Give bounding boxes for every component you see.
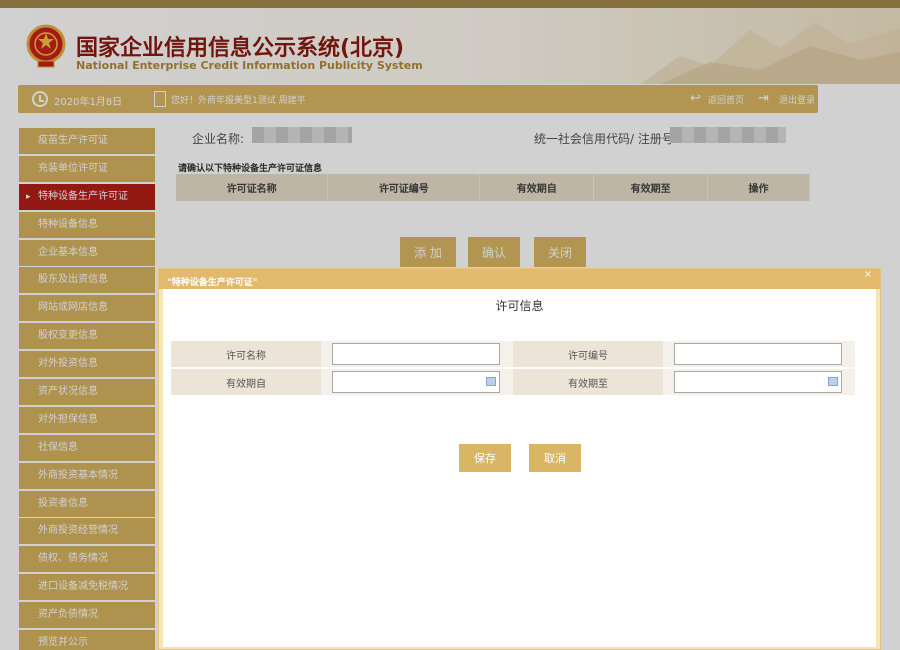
license-number-label: 许可编号 (513, 341, 663, 368)
section-title: 许可信息 (495, 299, 544, 313)
valid-to-picker (674, 371, 842, 393)
calendar-icon[interactable] (486, 377, 496, 386)
dialog-title: "特种设备生产许可证" (167, 278, 258, 288)
license-name-label: 许可名称 (171, 341, 321, 368)
dialog-body: 许可信息 许可名称 许可编号 有效期自 有效期至 保存 取消 (163, 289, 876, 647)
calendar-icon[interactable] (828, 377, 838, 386)
cancel-button[interactable]: 取消 (529, 444, 581, 472)
valid-from-picker (332, 371, 500, 393)
license-form: 许可名称 许可编号 有效期自 有效期至 (171, 341, 855, 395)
license-number-cell (663, 341, 855, 368)
form-row: 有效期自 有效期至 (171, 367, 855, 395)
license-number-input[interactable] (674, 343, 842, 365)
license-name-input[interactable] (332, 343, 500, 365)
dialog-title-bar[interactable]: "特种设备生产许可证" × (159, 269, 880, 289)
valid-from-label: 有效期自 (171, 367, 321, 395)
form-row: 许可名称 许可编号 (171, 341, 855, 368)
save-button[interactable]: 保存 (459, 444, 511, 472)
license-dialog: "特种设备生产许可证" × 许可信息 许可名称 许可编号 有效期自 有效期至 保… (158, 268, 881, 650)
valid-to-input[interactable] (674, 371, 842, 393)
valid-from-cell (321, 367, 513, 395)
valid-from-input[interactable] (332, 371, 500, 393)
valid-to-cell (663, 367, 855, 395)
valid-to-label: 有效期至 (513, 367, 663, 395)
dialog-close-icon[interactable]: × (864, 269, 872, 280)
license-name-cell (321, 341, 513, 368)
